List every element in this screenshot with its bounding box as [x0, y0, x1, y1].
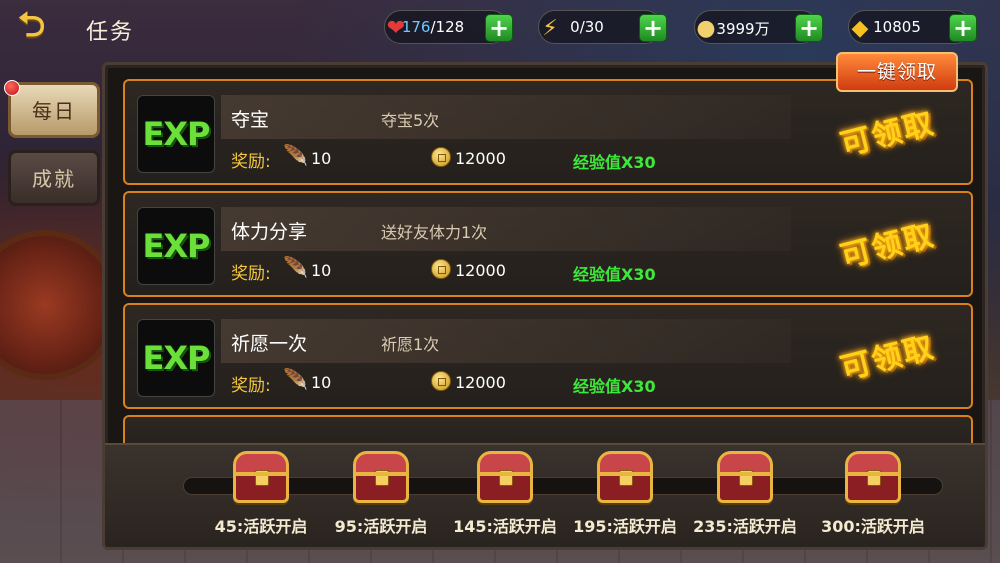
- energy-counter: ⚡ 0/30 +: [538, 10, 667, 44]
- chest-label: 300:活跃开启: [821, 517, 925, 536]
- chest-label: 95:活跃开启: [334, 517, 428, 536]
- back-arrow-icon[interactable]: ⮌: [18, 8, 74, 44]
- task-desc: 送好友体力1次: [381, 223, 488, 242]
- claim-button[interactable]: 可领取: [835, 210, 939, 276]
- page-title: 任务: [86, 20, 135, 45]
- wing-amount: 10: [311, 373, 332, 392]
- gold-value: 10805: [873, 18, 921, 36]
- top-bar: ⮌ 任务 ❤ 176/128 + ⚡ 0/30 + ● 3999万 + ◆ 10…: [0, 0, 1000, 56]
- chest-item[interactable]: 300:活跃开启: [813, 451, 933, 547]
- notification-dot: [4, 80, 20, 96]
- task-row: EXP 夺宝 夺宝5次 奖励: 🪶 10 12000 经验值X30 可领取: [123, 79, 973, 185]
- exp-icon: EXP: [137, 207, 215, 285]
- task-name: 夺宝: [231, 109, 270, 131]
- coin-counter: ● 3999万 +: [694, 10, 823, 44]
- add-stamina-button[interactable]: +: [485, 14, 513, 42]
- task-row: EXP 祈愿一次 祈愿1次 奖励: 🪶 10 12000 经验值X30 可领取: [123, 303, 973, 409]
- stamina-counter: ❤ 176/128 +: [384, 10, 513, 44]
- chest-label: 45:活跃开启: [214, 517, 308, 536]
- coin-icon: [431, 147, 451, 167]
- claim-button[interactable]: 可领取: [835, 98, 939, 164]
- task-row: EXP 体力分享 送好友体力1次 奖励: 🪶 10 12000 经验值X30 可…: [123, 191, 973, 297]
- tab-daily[interactable]: 每日: [8, 82, 100, 138]
- xp-reward: 经验值X30: [573, 377, 656, 396]
- tab-achievement[interactable]: 成就: [8, 150, 100, 206]
- reward-label: 奖励:: [231, 152, 271, 172]
- stamina-current: 176: [401, 18, 431, 36]
- add-energy-button[interactable]: +: [639, 14, 667, 42]
- wing-icon: 🪶: [283, 255, 308, 279]
- task-panel: EXP 夺宝 夺宝5次 奖励: 🪶 10 12000 经验值X30 可领取 EX…: [102, 62, 988, 550]
- wing-amount: 10: [311, 261, 332, 280]
- chest-item[interactable]: 145:活跃开启: [445, 451, 565, 547]
- treasure-chest-icon[interactable]: [477, 451, 533, 503]
- xp-reward: 经验值X30: [573, 265, 656, 284]
- reward-label: 奖励:: [231, 264, 271, 284]
- treasure-chest-icon[interactable]: [233, 451, 289, 503]
- chest-label: 235:活跃开启: [693, 517, 797, 536]
- treasure-chest-icon[interactable]: [353, 451, 409, 503]
- wing-icon: 🪶: [283, 367, 308, 391]
- reward-label: 奖励:: [231, 376, 271, 396]
- coin-amount: 12000: [455, 149, 506, 168]
- gold-counter: ◆ 10805 +: [848, 10, 977, 44]
- chest-item[interactable]: 95:活跃开启: [321, 451, 441, 547]
- treasure-chest-icon[interactable]: [717, 451, 773, 503]
- exp-icon: EXP: [137, 95, 215, 173]
- chest-item[interactable]: 45:活跃开启: [201, 451, 321, 547]
- chest-label: 145:活跃开启: [453, 517, 557, 536]
- claim-all-button[interactable]: 一键领取: [836, 52, 958, 92]
- exp-icon: EXP: [137, 319, 215, 397]
- wing-icon: 🪶: [283, 143, 308, 167]
- add-gold-button[interactable]: +: [949, 14, 977, 42]
- coin-icon: [431, 371, 451, 391]
- coin-amount: 12000: [455, 373, 506, 392]
- treasure-chest-icon[interactable]: [845, 451, 901, 503]
- task-desc: 祈愿1次: [381, 335, 440, 354]
- chest-item[interactable]: 195:活跃开启: [565, 451, 685, 547]
- stamina-max: /128: [430, 18, 465, 36]
- coin-value: 3999万: [716, 20, 770, 38]
- task-name: 体力分享: [231, 221, 308, 243]
- claim-button[interactable]: 可领取: [835, 322, 939, 388]
- coin-amount: 12000: [455, 261, 506, 280]
- activity-chest-bar: 45:活跃开启 95:活跃开启 145:活跃开启 195:活跃开启 235:活跃…: [105, 443, 985, 547]
- task-desc: 夺宝5次: [381, 111, 440, 130]
- coin-icon: [431, 259, 451, 279]
- add-coin-button[interactable]: +: [795, 14, 823, 42]
- chest-item[interactable]: 235:活跃开启: [685, 451, 805, 547]
- chest-label: 195:活跃开启: [573, 517, 677, 536]
- task-name-bar: [221, 95, 791, 139]
- energy-value: 0/30: [570, 18, 604, 36]
- task-name: 祈愿一次: [231, 333, 308, 355]
- xp-reward: 经验值X30: [573, 153, 656, 172]
- treasure-chest-icon[interactable]: [597, 451, 653, 503]
- wing-amount: 10: [311, 149, 332, 168]
